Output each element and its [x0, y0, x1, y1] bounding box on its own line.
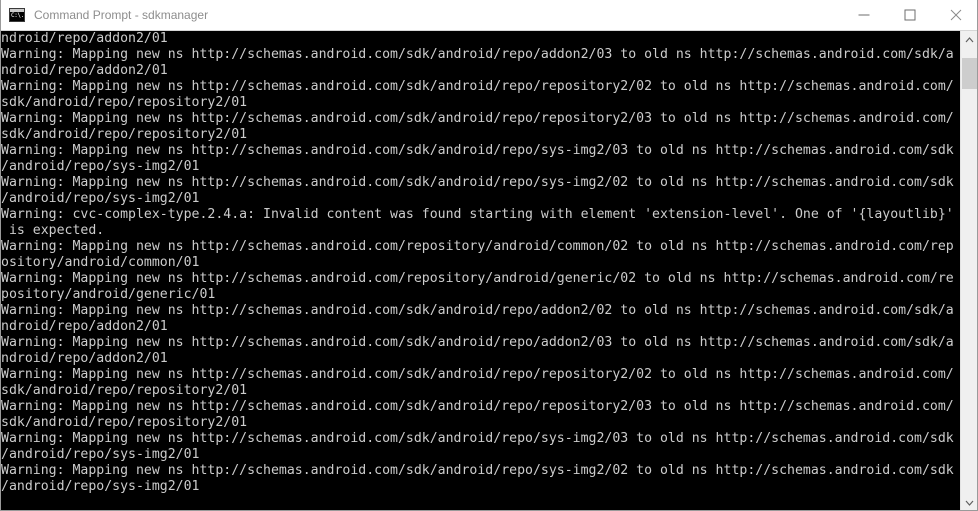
console-line: Warning: Mapping new ns http://schemas.a… [1, 79, 954, 94]
close-icon [950, 9, 962, 21]
command-prompt-window: C:\. Command Prompt - sdkmanager ndroid/… [0, 0, 978, 511]
console-line: Warning: Mapping new ns http://schemas.a… [1, 303, 954, 318]
command-prompt-icon: C:\. [9, 8, 25, 22]
console-line: /android/repo/sys-img2/01 [1, 479, 200, 494]
console-output-area[interactable]: ndroid/repo/addon2/01 Warning: Mapping ne… [1, 31, 962, 510]
window-title: Command Prompt - sdkmanager [34, 8, 209, 22]
console-line: /android/repo/sys-img2/01 [1, 191, 200, 206]
chevron-up-icon [965, 36, 973, 42]
console-line: sdk/android/repo/repository2/01 [1, 415, 248, 430]
scroll-up-arrow[interactable] [961, 31, 977, 48]
scrollbar-thumb[interactable] [962, 58, 977, 89]
chevron-down-icon [965, 500, 973, 506]
titlebar[interactable]: C:\. Command Prompt - sdkmanager [1, 0, 977, 31]
vertical-scrollbar[interactable] [960, 31, 977, 510]
console-line: /android/repo/sys-img2/01 [1, 447, 200, 462]
console-line: pository/android/generic/01 [1, 287, 216, 302]
minimize-button[interactable] [841, 0, 887, 30]
console-line: /android/repo/sys-img2/01 [1, 159, 200, 174]
scroll-down-arrow[interactable] [961, 494, 977, 510]
console-line: Warning: Mapping new ns http://schemas.a… [1, 47, 954, 62]
console-line: ndroid/repo/addon2/01 [1, 351, 168, 366]
console-line: is expected. [1, 223, 105, 238]
console-line: Warning: Mapping new ns http://schemas.a… [1, 431, 954, 446]
console-line: Warning: Mapping new ns http://schemas.a… [1, 335, 954, 350]
console-line: Warning: Mapping new ns http://schemas.a… [1, 463, 954, 478]
console-line: sdk/android/repo/repository2/01 [1, 127, 248, 142]
console-line: ndroid/repo/addon2/01 [1, 31, 168, 46]
console-line: Warning: Mapping new ns http://schemas.a… [1, 239, 954, 254]
maximize-button[interactable] [887, 0, 933, 30]
console-line: ndroid/repo/addon2/01 [1, 319, 168, 334]
console-line: sdk/android/repo/repository2/01 [1, 95, 248, 110]
console-line: Warning: cvc-complex-type.2.4.a: Invalid… [1, 207, 954, 222]
console-line: Warning: Mapping new ns http://schemas.a… [1, 175, 954, 190]
console-line: Warning: Mapping new ns http://schemas.a… [1, 399, 954, 414]
console-line: Warning: Mapping new ns http://schemas.a… [1, 271, 954, 286]
close-button[interactable] [933, 0, 977, 30]
console-line: ndroid/repo/addon2/01 [1, 63, 168, 78]
icon-prompt-glyph: C:\. [11, 12, 24, 19]
console-line: Warning: Mapping new ns http://schemas.a… [1, 111, 954, 126]
minimize-icon [858, 14, 870, 16]
console-line: ository/android/common/01 [1, 255, 200, 270]
console-line: Warning: Mapping new ns http://schemas.a… [1, 367, 954, 382]
console-line: sdk/android/repo/repository2/01 [1, 383, 248, 398]
console-line-list: ndroid/repo/addon2/01 Warning: Mapping ne… [1, 31, 962, 510]
console-line: Warning: Mapping new ns http://schemas.a… [1, 143, 954, 158]
maximize-icon [904, 9, 916, 21]
